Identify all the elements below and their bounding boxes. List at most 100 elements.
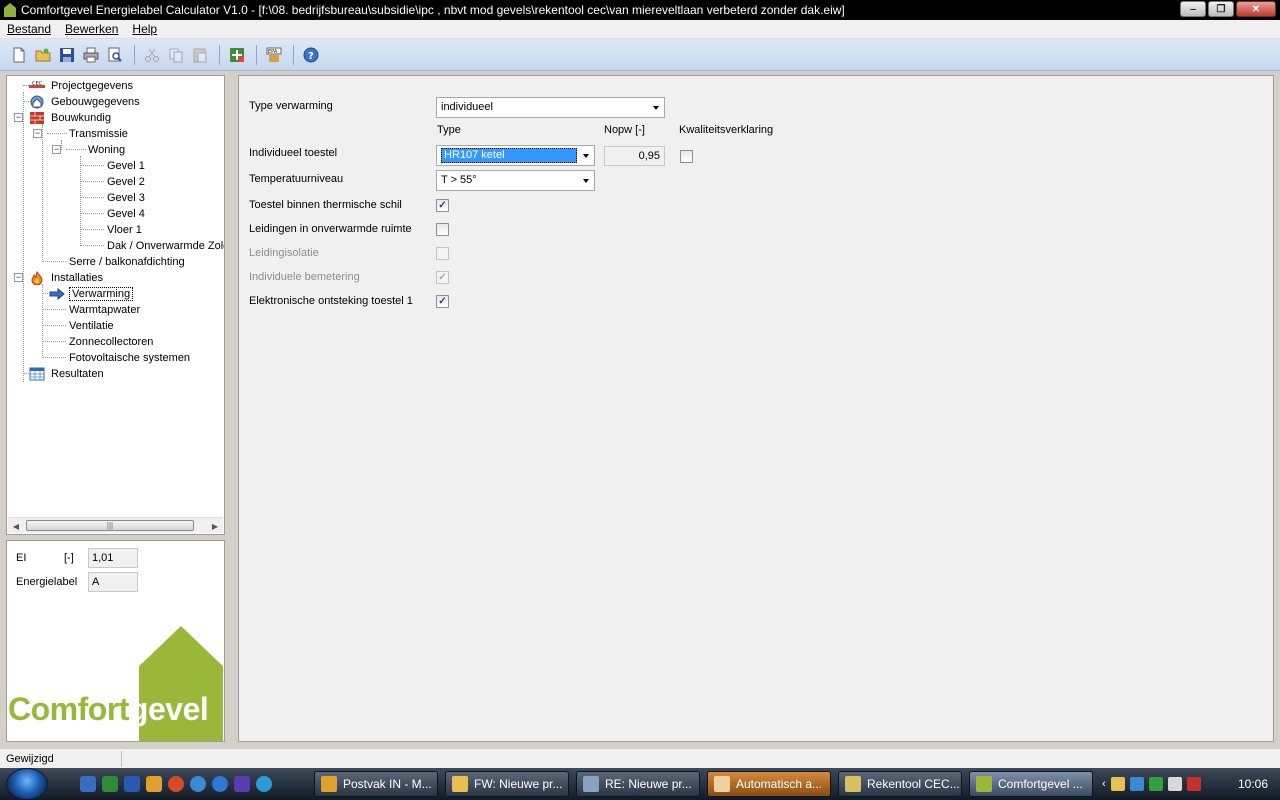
app-icon[interactable]: [256, 776, 272, 792]
column-header-kwaliteitsverklaring: Kwaliteitsverklaring: [679, 124, 774, 136]
tray-expand-icon[interactable]: ‹: [1102, 778, 1106, 790]
excel-icon[interactable]: [102, 776, 118, 792]
tree-line: [42, 293, 48, 294]
taskbar-automatisch[interactable]: Automatisch a...: [707, 771, 831, 797]
tree-item-transmissie[interactable]: Transmissie: [67, 126, 130, 142]
tree-line: [61, 140, 62, 150]
printer-icon: [83, 47, 99, 62]
word-icon[interactable]: [124, 776, 140, 792]
print-preview-button[interactable]: [104, 44, 126, 66]
network-icon[interactable]: [1129, 777, 1144, 791]
tree-item-gevel-3[interactable]: Gevel 3: [105, 190, 147, 206]
individueel-toestel-select[interactable]: HR107 ketel: [436, 145, 595, 166]
results-summary-panel: EI [-] 1,01 Energielabel A Comfortgevel: [6, 540, 225, 742]
tree-item-dak[interactable]: Dak / Onverwarmde Zolder: [105, 238, 224, 254]
print-preview-icon: [108, 47, 122, 62]
close-button[interactable]: ✕: [1236, 1, 1276, 17]
temperatuurniveau-select[interactable]: T > 55°: [436, 170, 595, 191]
taskbar-rekentool[interactable]: Rekentool CEC...: [838, 771, 962, 797]
tree-item-gevel-2[interactable]: Gevel 2: [105, 174, 147, 190]
expander-bouwkundig[interactable]: −: [14, 113, 23, 122]
tree-line: [80, 213, 104, 214]
svg-text:CEC: CEC: [32, 81, 43, 87]
taskbar-comfortgevel[interactable]: Comfortgevel ...: [969, 771, 1093, 797]
security-icon[interactable]: [1148, 777, 1163, 791]
skype-icon[interactable]: [190, 776, 206, 792]
tree-horizontal-scrollbar[interactable]: ◀ ||| ▶: [8, 517, 223, 533]
chrome-icon[interactable]: [168, 776, 184, 792]
taskbar-re-nieuwe[interactable]: RE: Nieuwe pr...: [576, 771, 700, 797]
tree-item-ventilatie[interactable]: Ventilatie: [67, 318, 116, 334]
tree-line: [42, 124, 43, 262]
power-icon[interactable]: [1167, 777, 1182, 791]
tree-item-vloer-1[interactable]: Vloer 1: [105, 222, 144, 238]
scrollbar-thumb[interactable]: |||: [26, 520, 194, 531]
comfortgevel-logo: Comfortgevel: [8, 691, 209, 727]
cut-button[interactable]: [141, 44, 163, 66]
tree-item-woning[interactable]: Woning: [86, 142, 127, 158]
tree-item-resultaten[interactable]: Resultaten: [29, 366, 106, 382]
start-button[interactable]: [6, 768, 48, 800]
toolbar-separator: [293, 44, 294, 65]
tree-item-installaties[interactable]: Installaties: [29, 270, 105, 286]
copy-icon: [169, 48, 183, 62]
chevron-down-icon[interactable]: [648, 98, 664, 117]
volume-icon[interactable]: [1186, 777, 1201, 791]
new-file-button[interactable]: [8, 44, 30, 66]
mail-tray-icon[interactable]: [1110, 777, 1125, 791]
outlook-icon[interactable]: [146, 776, 162, 792]
calculate-button[interactable]: [226, 44, 248, 66]
help-icon: ?: [303, 47, 319, 62]
tree-item-gebouwgegevens[interactable]: Gebouwgegevens: [29, 94, 142, 110]
open-button[interactable]: [32, 44, 54, 66]
type-verwarming-select[interactable]: individueel: [436, 97, 665, 118]
save-button[interactable]: [56, 44, 78, 66]
title-bar[interactable]: Comfortgevel Energielabel Calculator V1.…: [0, 0, 1280, 20]
tree-item-fotovoltaische-systemen[interactable]: Fotovoltaische systemen: [67, 350, 192, 366]
help-button[interactable]: ?: [300, 44, 322, 66]
clock[interactable]: 10:06: [1238, 777, 1268, 791]
tree-item-verwarming[interactable]: Verwarming: [49, 286, 134, 302]
taskbar-fw-nieuwe[interactable]: FW: Nieuwe pr...: [445, 771, 569, 797]
epa-button[interactable]: EPA: [263, 44, 285, 66]
taskbar-postvak[interactable]: Postvak IN - M...: [314, 771, 438, 797]
scroll-left-arrow[interactable]: ◀: [8, 518, 24, 534]
expander-installaties[interactable]: −: [14, 273, 23, 282]
tree-item-zonnecollectoren[interactable]: Zonnecollectoren: [67, 334, 155, 350]
outlook-icon: [321, 776, 337, 792]
open-folder-icon: [35, 48, 51, 61]
tree-item-warmtapwater[interactable]: Warmtapwater: [67, 302, 142, 318]
visio-icon[interactable]: [234, 776, 250, 792]
expander-transmissie[interactable]: −: [33, 129, 42, 138]
elektronische-ontsteking-checkbox[interactable]: ✓: [436, 295, 449, 308]
scroll-right-arrow[interactable]: ▶: [207, 518, 223, 534]
tree-line: [42, 341, 66, 342]
kwaliteitsverklaring-checkbox[interactable]: [680, 150, 693, 163]
toestel-binnen-schil-checkbox[interactable]: ✓: [436, 199, 449, 212]
leidingen-onverwarmde-ruimte-checkbox[interactable]: [436, 223, 449, 236]
expander-woning[interactable]: −: [52, 145, 61, 154]
minimize-button[interactable]: ‒: [1180, 1, 1206, 17]
internet-explorer-icon[interactable]: [212, 776, 228, 792]
tree-item-projectgegevens[interactable]: CEC Projectgegevens: [29, 78, 135, 94]
menu-help[interactable]: Help: [125, 22, 164, 36]
maximize-button[interactable]: ❐: [1208, 1, 1234, 17]
tree-line: [42, 284, 43, 358]
building-icon: [29, 95, 45, 109]
navigation-tree[interactable]: − − − − CEC Projectgegevens Gebouwgegeve…: [6, 75, 225, 535]
menu-bewerken[interactable]: Bewerken: [58, 22, 125, 36]
tree-item-gevel-1[interactable]: Gevel 1: [105, 158, 147, 174]
tree-item-serre[interactable]: Serre / balkonafdichting: [67, 254, 187, 270]
verwarming-form-panel: Type verwarming individueel Type Nopw [-…: [238, 75, 1274, 742]
menu-bestand[interactable]: Bestand: [0, 22, 58, 36]
status-text: Gewijzigd: [2, 751, 122, 767]
show-desktop-icon[interactable]: [80, 776, 96, 792]
tree-item-gevel-4[interactable]: Gevel 4: [105, 206, 147, 222]
copy-button[interactable]: [165, 44, 187, 66]
chevron-down-icon[interactable]: [578, 146, 594, 165]
print-button[interactable]: [80, 44, 102, 66]
chevron-down-icon[interactable]: [578, 171, 594, 190]
tree-item-bouwkundig[interactable]: Bouwkundig: [29, 110, 113, 126]
tree-line: [80, 156, 81, 246]
paste-button[interactable]: [189, 44, 211, 66]
